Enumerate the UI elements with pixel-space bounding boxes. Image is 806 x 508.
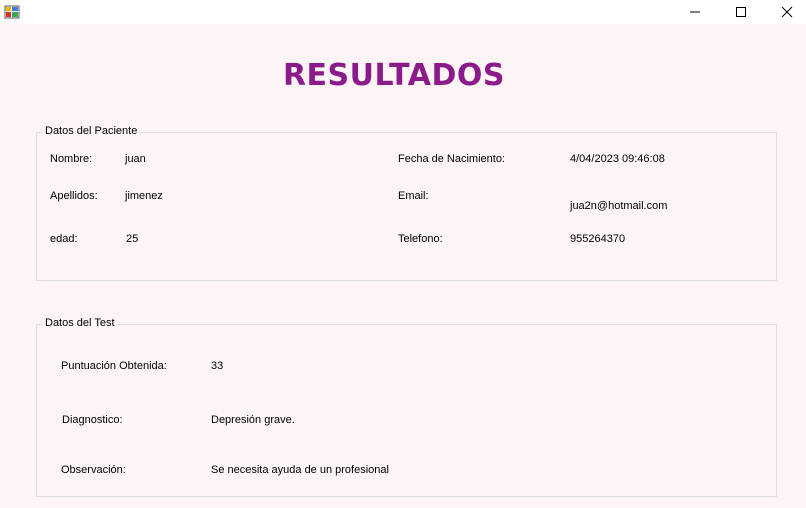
observacion-value: Se necesita ayuda de un profesional [211, 464, 389, 476]
nombre-value: juan [125, 153, 146, 165]
title-bar [0, 0, 806, 24]
puntuacion-value: 33 [211, 360, 224, 372]
edad-value: 25 [126, 233, 139, 245]
close-icon [781, 6, 793, 18]
close-button[interactable] [764, 0, 806, 24]
apellidos-label: Apellidos: [50, 190, 98, 202]
diagnostico-value: Depresión grave. [211, 414, 295, 426]
email-value: jua2n@hotmail.com [570, 200, 668, 212]
app-icon [4, 5, 20, 19]
observacion-label: Observación: [61, 464, 126, 476]
telefono-label: Telefono: [398, 233, 443, 245]
email-label: Email: [398, 190, 429, 202]
test-data-group: Datos del Test Puntuación Obtenida: 33 D… [36, 317, 777, 497]
puntuacion-label: Puntuación Obtenida: [61, 360, 167, 372]
minimize-button[interactable] [672, 0, 718, 24]
fecha-nacimiento-label: Fecha de Nacimiento: [398, 153, 505, 165]
page-title: RESULTADOS [282, 58, 506, 93]
apellidos-value: jimenez [125, 190, 163, 202]
telefono-value: 955264370 [570, 233, 626, 245]
fecha-nacimiento-value: 4/04/2023 09:46:08 [570, 153, 665, 165]
edad-label: edad: [50, 233, 78, 245]
patient-data-group: Datos del Paciente Nombre: juan Apellido… [36, 125, 777, 281]
diagnostico-label: Diagnostico: [62, 414, 123, 426]
nombre-label: Nombre: [50, 153, 93, 165]
patient-data-legend: Datos del Paciente [43, 125, 140, 137]
maximize-icon [736, 7, 746, 17]
minimize-icon [690, 11, 700, 13]
test-data-legend: Datos del Test [43, 317, 117, 329]
maximize-button[interactable] [718, 0, 764, 24]
